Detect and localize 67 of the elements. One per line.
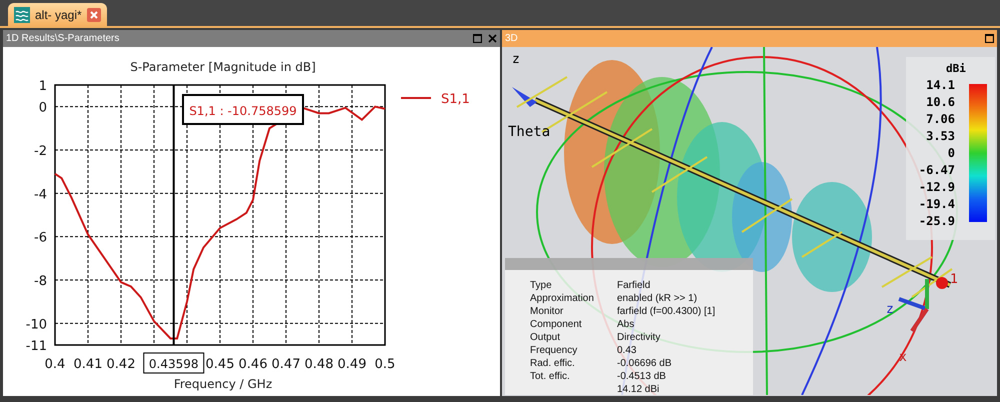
info-label: Tot. effic. [530, 370, 571, 384]
axis-label: z [512, 53, 520, 66]
x-tick-label: 0.41 [74, 357, 102, 372]
chart-title: S-Parameter [Magnitude in dB] [130, 60, 316, 74]
y-tick-label: -2 [34, 144, 47, 159]
close-icon[interactable] [488, 34, 497, 43]
legend-tick-label: 7.06 [926, 111, 955, 128]
info-label: Output [530, 331, 562, 345]
marker-line[interactable] [172, 85, 175, 345]
axis-label: z [886, 303, 894, 316]
legend-tick-label: 10.6 [926, 94, 955, 111]
legend-tick-label: -12.9 [918, 179, 955, 196]
panel-title: 1D Results\S-Parameters [6, 32, 120, 46]
legend-tick-label: -6.47 [918, 162, 955, 179]
legend-tick-label: -19.4 [918, 196, 955, 213]
info-label: Rad. effic. [530, 357, 576, 371]
wave-icon [14, 6, 30, 22]
info-label: Type [530, 279, 553, 293]
y-tick-label: 1 [38, 79, 47, 94]
axis-label: 1 [950, 273, 958, 286]
marker-value-label: S1,1 : -10.758599 [182, 94, 304, 125]
info-label: Approximation [530, 292, 595, 306]
info-label: Frequency [530, 344, 578, 358]
axis-label: x [899, 351, 907, 364]
legend-tick-label: 14.1 [926, 77, 955, 94]
legend-tick-label: -25.9 [918, 213, 955, 230]
x-tick-label: 0.49 [338, 357, 366, 372]
ref-line-label: 0.43598 [148, 357, 199, 371]
info-value: Directivity [617, 331, 660, 345]
axis-label: Theta [508, 125, 550, 139]
y-tick-label: -11 [26, 339, 47, 354]
info-value: Farfield [617, 279, 650, 293]
info-label: Component [530, 318, 583, 332]
info-value: farfield (f=00.4300) [1] [617, 305, 716, 319]
y-tick-label: 0 [38, 100, 47, 116]
annotation: S1,1 : -10.758599 [189, 104, 297, 118]
y-tick-label: -6 [34, 230, 47, 246]
y-tick-label: -4 [34, 187, 47, 202]
close-icon[interactable] [86, 8, 101, 22]
x-tick-label: 0.42 [106, 357, 136, 372]
x-tick-label: 0.47 [272, 357, 300, 372]
document-tab[interactable]: alt- yagi* [8, 3, 107, 26]
x-tick-label: 0.4 [44, 357, 66, 372]
info-value: -0.06696 dB [617, 357, 672, 371]
maximize-icon[interactable] [985, 34, 994, 43]
y-tick-label: -8 [34, 274, 47, 289]
x-tick-label: 0.46 [238, 357, 268, 372]
info-value: enabled (kR >> 1) [617, 292, 698, 306]
tab-title: alt- yagi* [35, 6, 82, 24]
legend-tick-label: 0 [948, 145, 955, 162]
legend-tick-label: 3.53 [926, 128, 955, 145]
legend-line [401, 97, 431, 99]
info-value: Abs [617, 318, 634, 332]
info-label: Monitor [530, 305, 564, 319]
info-value: 0.43 [617, 344, 636, 358]
legend-label: S1,1 [441, 92, 470, 107]
x-tick-label: 0.5 [374, 357, 396, 372]
x-tick-label: 0.48 [304, 357, 334, 372]
panel-title: 3D [505, 32, 518, 46]
y-tick-label: -10 [26, 317, 47, 332]
info-value: -0.4513 dB [617, 370, 666, 384]
x-tick-label: 0.45 [206, 357, 234, 372]
marker-position-label: 0.43598 [143, 352, 204, 374]
legend-unit: dBi [946, 61, 966, 77]
maximize-icon[interactable] [473, 34, 482, 43]
info-value: 14.12 dBi [617, 383, 660, 396]
x-axis-label: Frequency / GHz [174, 377, 272, 391]
